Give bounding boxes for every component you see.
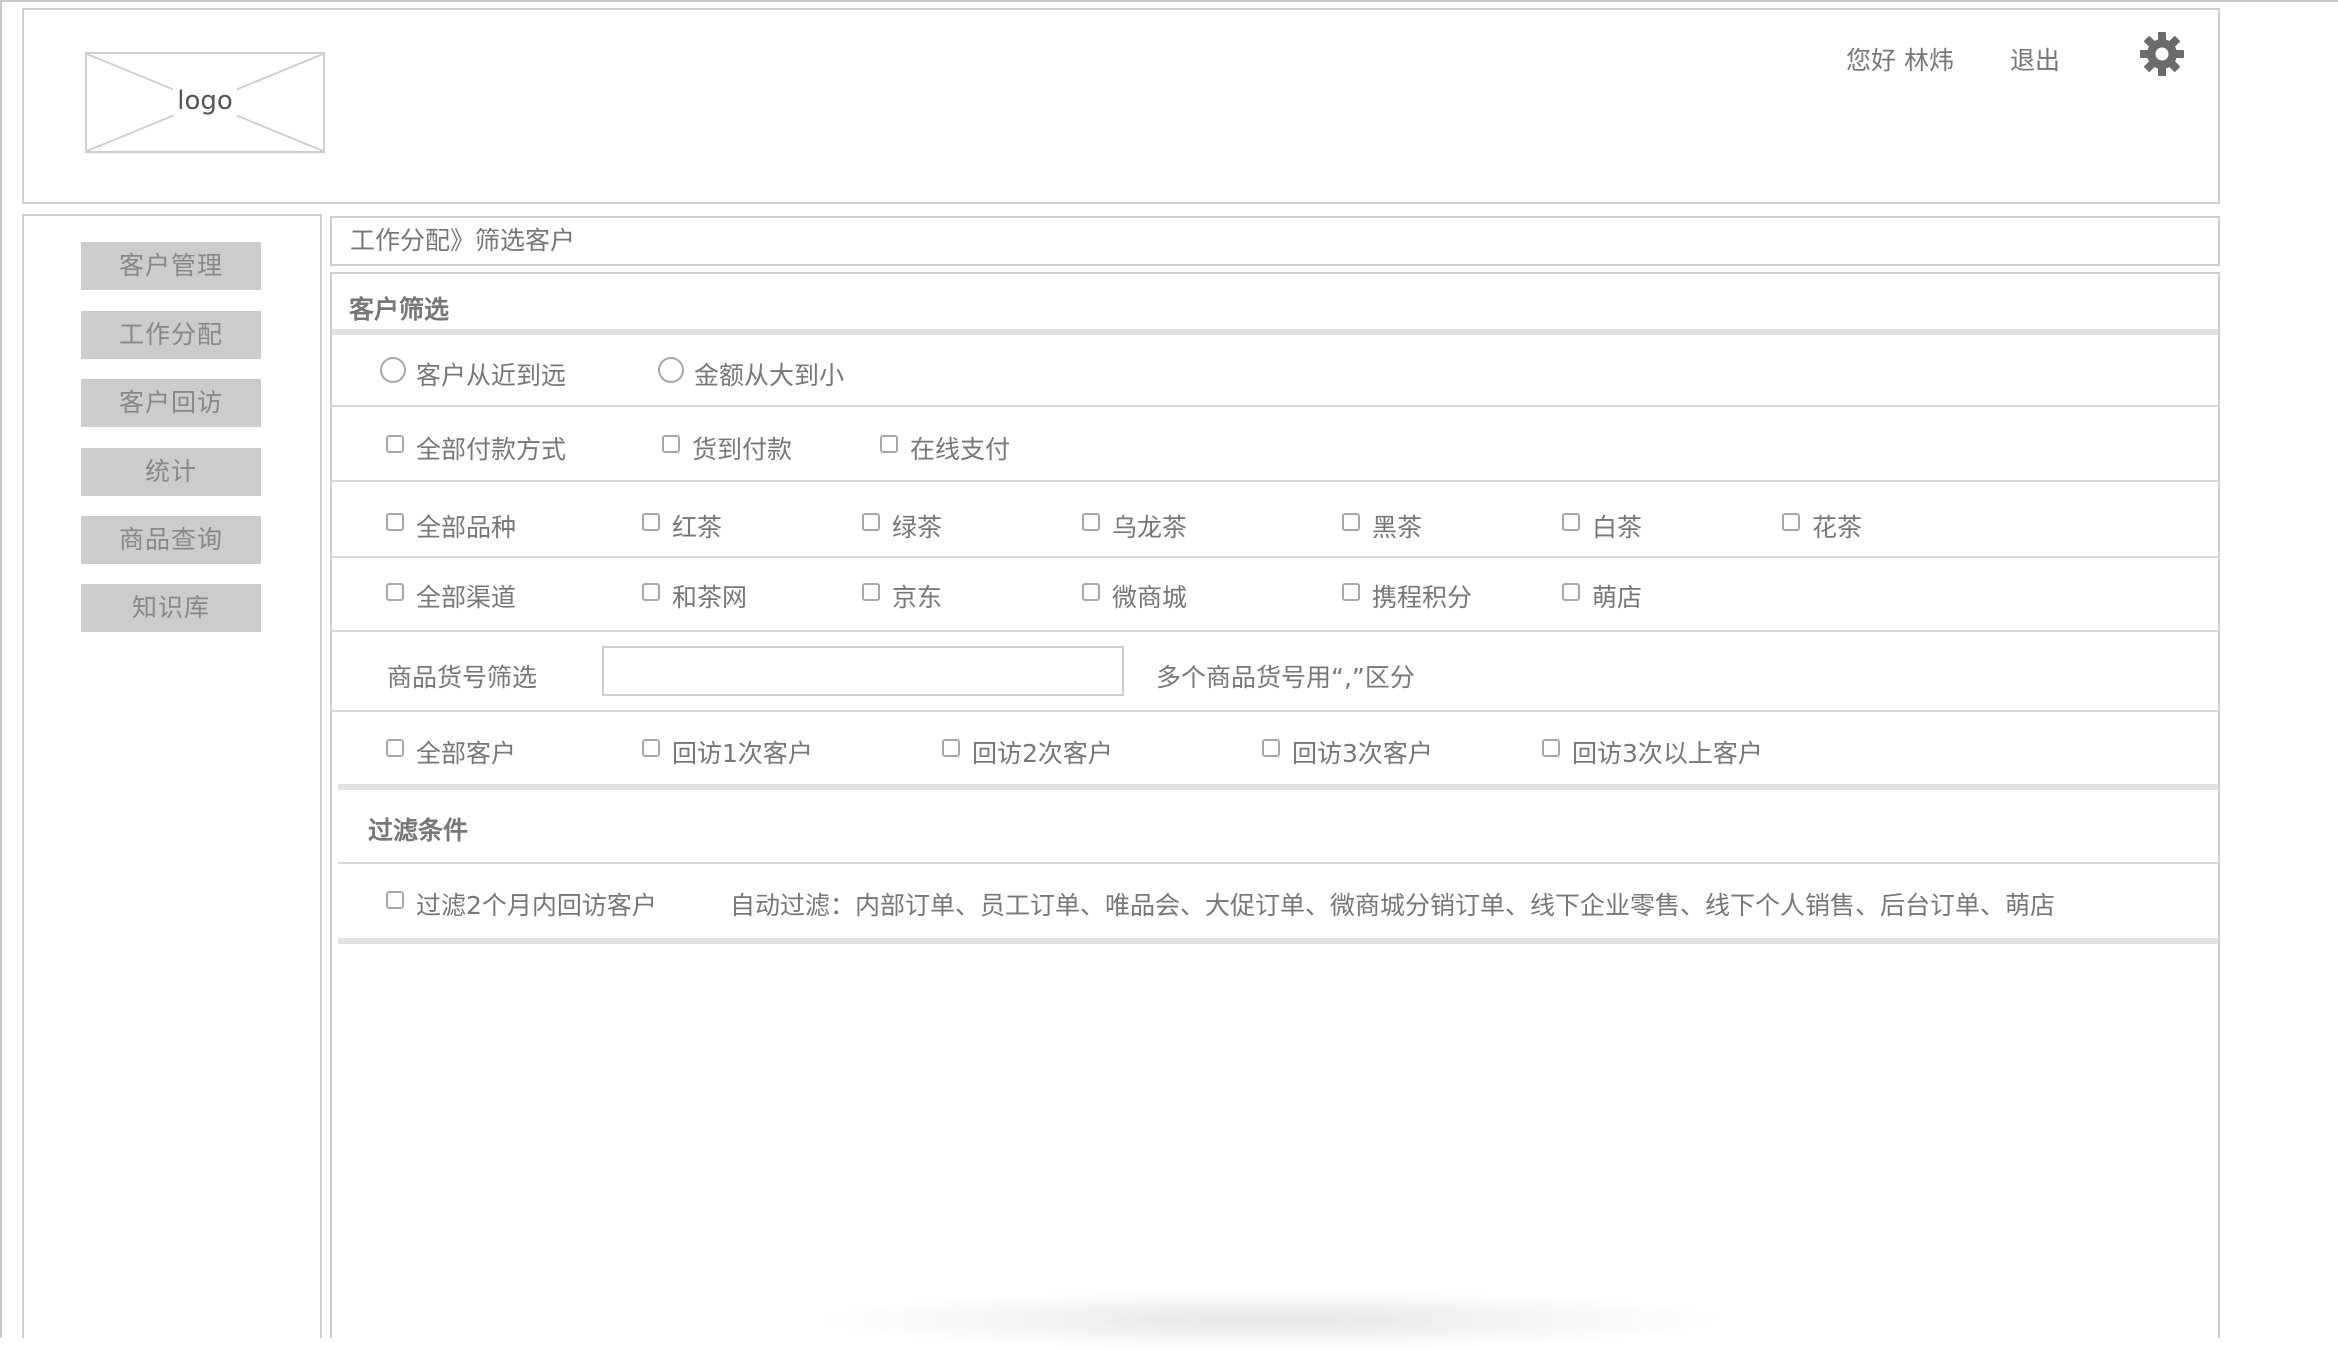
checkbox-icon[interactable] bbox=[862, 513, 880, 531]
sort-option-amount[interactable]: 金额从大到小 bbox=[658, 356, 844, 392]
user-greeting: 您好 林炜 bbox=[1846, 46, 1954, 75]
header: logo 您好 林炜 退出 bbox=[22, 8, 2220, 204]
breadcrumb: 工作分配》筛选客户 bbox=[330, 216, 2220, 266]
checkbox-icon[interactable] bbox=[386, 435, 404, 453]
row-divider bbox=[332, 630, 2218, 632]
visit-option-three[interactable]: 回访3次客户 bbox=[1262, 734, 1433, 770]
customer-filter-title: 客户筛选 bbox=[349, 295, 450, 324]
row-divider bbox=[332, 556, 2218, 558]
checkbox-icon[interactable] bbox=[1342, 583, 1360, 601]
checkbox-icon[interactable] bbox=[662, 435, 680, 453]
checkbox-icon[interactable] bbox=[942, 739, 960, 757]
checkbox-icon[interactable] bbox=[1082, 513, 1100, 531]
sidebar-item-customer-management[interactable]: 客户管理 bbox=[81, 242, 261, 290]
filter-conditions-title: 过滤条件 bbox=[368, 816, 469, 845]
logo-text: logo bbox=[173, 86, 237, 116]
sku-filter-hint: 多个商品货号用“,”区分 bbox=[1156, 663, 1415, 692]
variety-option-black-tea[interactable]: 红茶 bbox=[642, 508, 722, 544]
row-divider bbox=[332, 710, 2218, 712]
payment-option-all[interactable]: 全部付款方式 bbox=[386, 430, 566, 466]
checkbox-icon[interactable] bbox=[1562, 513, 1580, 531]
window-left-border bbox=[0, 0, 2, 1338]
row-divider bbox=[332, 480, 2218, 482]
checkbox-icon[interactable] bbox=[386, 891, 404, 909]
sidebar-item-customer-revisit[interactable]: 客户回访 bbox=[81, 379, 261, 427]
gear-icon[interactable] bbox=[2138, 30, 2186, 78]
window-top-border bbox=[0, 0, 2338, 2]
checkbox-icon[interactable] bbox=[1262, 739, 1280, 757]
sku-filter-label: 商品货号筛选 bbox=[387, 663, 538, 692]
sidebar-item-knowledge-base[interactable]: 知识库 bbox=[81, 584, 261, 632]
checkbox-icon[interactable] bbox=[1562, 583, 1580, 601]
checkbox-icon[interactable] bbox=[880, 435, 898, 453]
checkbox-icon[interactable] bbox=[1782, 513, 1800, 531]
channel-option-all[interactable]: 全部渠道 bbox=[386, 578, 516, 614]
sidebar-item-statistics[interactable]: 统计 bbox=[81, 448, 261, 496]
radio-icon[interactable] bbox=[658, 357, 684, 383]
section-divider bbox=[338, 938, 2218, 944]
section-divider bbox=[338, 784, 2218, 790]
visit-option-more-than-three[interactable]: 回访3次以上客户 bbox=[1542, 734, 1763, 770]
sort-option-nearest[interactable]: 客户从近到远 bbox=[380, 356, 566, 392]
filter-recent-visits-option[interactable]: 过滤2个月内回访客户 bbox=[386, 886, 657, 922]
visit-option-once[interactable]: 回访1次客户 bbox=[642, 734, 813, 770]
checkbox-icon[interactable] bbox=[642, 583, 660, 601]
sidebar-item-product-query[interactable]: 商品查询 bbox=[81, 516, 261, 564]
sidebar-item-work-assignment[interactable]: 工作分配 bbox=[81, 311, 261, 359]
visit-option-all[interactable]: 全部客户 bbox=[386, 734, 516, 770]
logout-link[interactable]: 退出 bbox=[2010, 41, 2060, 77]
sidebar: 客户管理 工作分配 客户回访 统计 商品查询 知识库 bbox=[22, 214, 322, 1338]
payment-option-cod[interactable]: 货到付款 bbox=[662, 430, 792, 466]
row-divider bbox=[332, 405, 2218, 407]
channel-option-mengdian[interactable]: 萌店 bbox=[1562, 578, 1642, 614]
channel-option-jd[interactable]: 京东 bbox=[862, 578, 942, 614]
sku-input[interactable] bbox=[602, 646, 1124, 696]
filter-panel: 客户筛选 客户从近到远 金额从大到小 全部付款方式 货到付款 在线支付 全部品种… bbox=[330, 272, 2220, 1338]
channel-option-hechawang[interactable]: 和茶网 bbox=[642, 578, 747, 614]
variety-option-white-tea[interactable]: 白茶 bbox=[1562, 508, 1642, 544]
radio-icon[interactable] bbox=[380, 357, 406, 383]
visit-option-twice[interactable]: 回访2次客户 bbox=[942, 734, 1113, 770]
checkbox-icon[interactable] bbox=[386, 513, 404, 531]
checkbox-icon[interactable] bbox=[642, 739, 660, 757]
channel-option-wechat-mall[interactable]: 微商城 bbox=[1082, 578, 1187, 614]
variety-option-dark-tea[interactable]: 黑茶 bbox=[1342, 508, 1422, 544]
checkbox-icon[interactable] bbox=[386, 583, 404, 601]
variety-option-flower-tea[interactable]: 花茶 bbox=[1782, 508, 1862, 544]
variety-option-green-tea[interactable]: 绿茶 bbox=[862, 508, 942, 544]
bottom-shadow bbox=[810, 1290, 1730, 1350]
checkbox-icon[interactable] bbox=[642, 513, 660, 531]
section-divider bbox=[332, 329, 2218, 335]
checkbox-icon[interactable] bbox=[1342, 513, 1360, 531]
checkbox-icon[interactable] bbox=[1082, 583, 1100, 601]
logo: logo bbox=[85, 52, 325, 153]
checkbox-icon[interactable] bbox=[1542, 739, 1560, 757]
checkbox-icon[interactable] bbox=[862, 583, 880, 601]
variety-option-all[interactable]: 全部品种 bbox=[386, 508, 516, 544]
checkbox-icon[interactable] bbox=[386, 739, 404, 757]
channel-option-ctrip-points[interactable]: 携程积分 bbox=[1342, 578, 1472, 614]
variety-option-oolong[interactable]: 乌龙茶 bbox=[1082, 508, 1187, 544]
payment-option-online[interactable]: 在线支付 bbox=[880, 430, 1010, 466]
row-divider bbox=[338, 862, 2218, 864]
auto-filter-text: 自动过滤：内部订单、员工订单、唯品会、大促订单、微商城分销订单、线下企业零售、线… bbox=[730, 891, 2056, 920]
